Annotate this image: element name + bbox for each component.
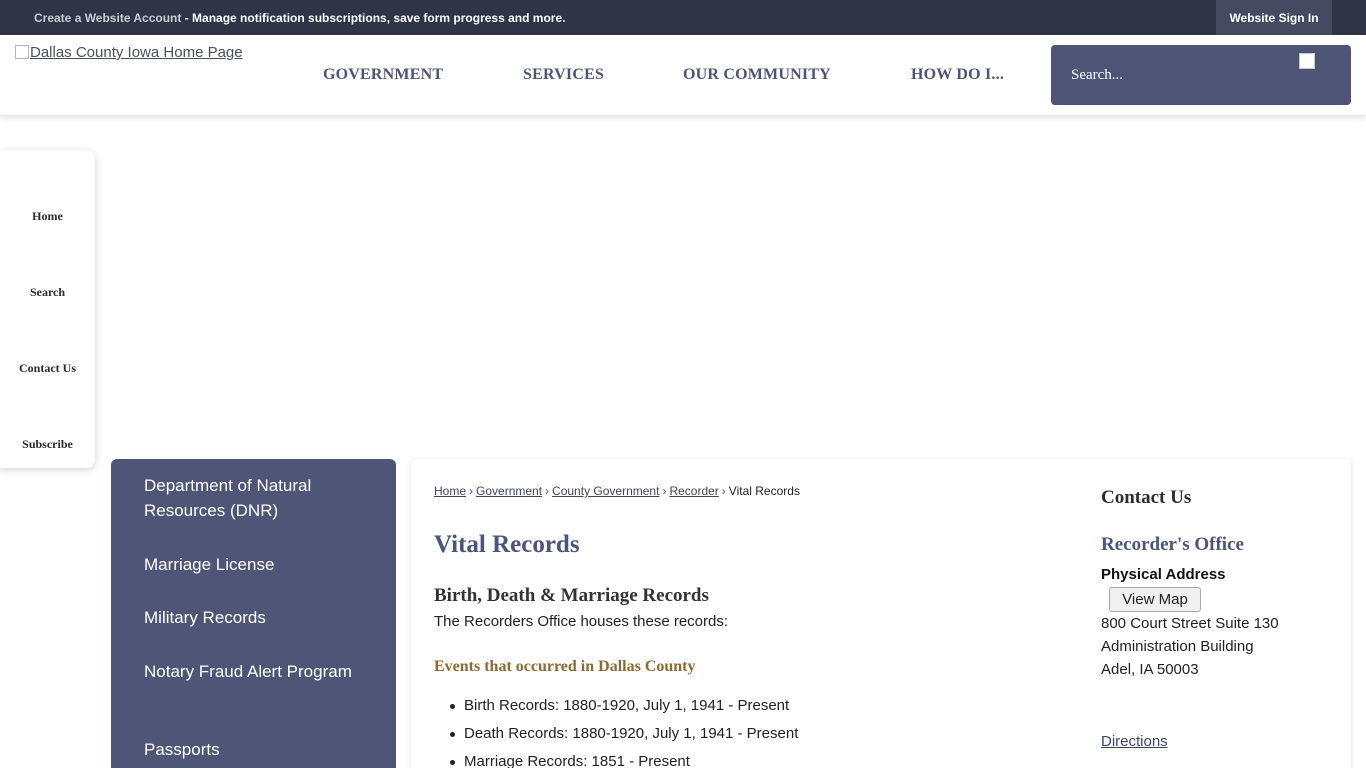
- account-message: Create a Website Account - Manage notifi…: [34, 11, 565, 25]
- quick-link-search[interactable]: Search: [0, 285, 95, 300]
- events-heading: Events that occurred in Dallas County: [434, 658, 696, 675]
- create-account-link[interactable]: Create a Website Account: [34, 11, 181, 25]
- breadcrumb-separator: ›: [469, 484, 474, 498]
- breadcrumb-separator: ›: [545, 484, 550, 498]
- section-subheading: Birth, Death & Marriage Records: [434, 585, 709, 606]
- website-sign-in-button[interactable]: Website Sign In: [1216, 0, 1332, 35]
- account-description: - Manage notification subscriptions, sav…: [181, 11, 566, 25]
- list-item: Marriage Records: 1851 - Present: [450, 753, 690, 768]
- nav-government[interactable]: GOVERNMENT: [323, 66, 443, 84]
- quick-links-toolbar: Home Search Contact Us Subscribe: [0, 150, 95, 468]
- intro-text: The Recorders Office houses these record…: [434, 613, 729, 630]
- breadcrumb: Home › Government › County Government › Record…: [434, 484, 800, 498]
- contact-office-name: Recorder's Office: [1101, 534, 1244, 555]
- list-item: Death Records: 1880-1920, July 1, 1941 -…: [449, 725, 799, 742]
- sidenav-item-dnr[interactable]: Department of Natural Resources (DNR): [144, 473, 364, 523]
- breadcrumb-current: Vital Records: [728, 484, 800, 498]
- home-logo-link[interactable]: Dallas County Iowa Home Page: [15, 44, 243, 61]
- breadcrumb-recorder[interactable]: Recorder: [669, 484, 718, 498]
- sidenav-item-notary-fraud-alert[interactable]: Notary Fraud Alert Program: [144, 659, 364, 684]
- view-map-button[interactable]: View Map: [1109, 587, 1201, 612]
- nav-our-community[interactable]: OUR COMMUNITY: [683, 66, 831, 84]
- breadcrumb-separator: ›: [662, 484, 667, 498]
- site-search: [1051, 45, 1351, 105]
- search-input[interactable]: [1051, 45, 1291, 105]
- address-line: 800 Court Street Suite 130: [1101, 615, 1279, 632]
- sidenav-item-passports[interactable]: Passports: [144, 737, 364, 762]
- section-side-nav: Department of Natural Resources (DNR) Ma…: [111, 459, 396, 768]
- page-title: Vital Records: [434, 531, 580, 558]
- quick-link-home[interactable]: Home: [0, 209, 95, 224]
- main-content-card: Home › Government › County Government › Record…: [411, 459, 1351, 768]
- breadcrumb-home[interactable]: Home: [434, 484, 466, 498]
- search-go-icon[interactable]: [1299, 53, 1315, 69]
- contact-title: Contact Us: [1101, 487, 1192, 508]
- top-utility-bar: Create a Website Account - Manage notifi…: [0, 0, 1366, 35]
- address-line: Administration Building: [1101, 638, 1254, 655]
- nav-services[interactable]: SERVICES: [523, 66, 604, 84]
- sidenav-item-marriage-license[interactable]: Marriage License: [144, 552, 364, 577]
- breadcrumb-county-government[interactable]: County Government: [552, 484, 659, 498]
- breadcrumb-government[interactable]: Government: [476, 484, 542, 498]
- logo-alt-text: Dallas County Iowa Home Page: [30, 44, 243, 61]
- quick-link-contact-us[interactable]: Contact Us: [0, 361, 95, 376]
- breadcrumb-separator: ›: [721, 484, 726, 498]
- site-header: Dallas County Iowa Home Page GOVERNMENT …: [0, 35, 1366, 115]
- sidenav-item-military-records[interactable]: Military Records: [144, 605, 364, 630]
- list-item: Birth Records: 1880-1920, July 1, 1941 -…: [449, 697, 790, 714]
- quick-link-subscribe[interactable]: Subscribe: [0, 437, 95, 452]
- nav-how-do-i[interactable]: HOW DO I...: [911, 66, 1004, 84]
- directions-link[interactable]: Directions: [1101, 733, 1168, 750]
- address-line: Adel, IA 50003: [1101, 661, 1199, 678]
- broken-image-icon: [15, 45, 29, 59]
- physical-address-label: Physical Address: [1101, 566, 1226, 583]
